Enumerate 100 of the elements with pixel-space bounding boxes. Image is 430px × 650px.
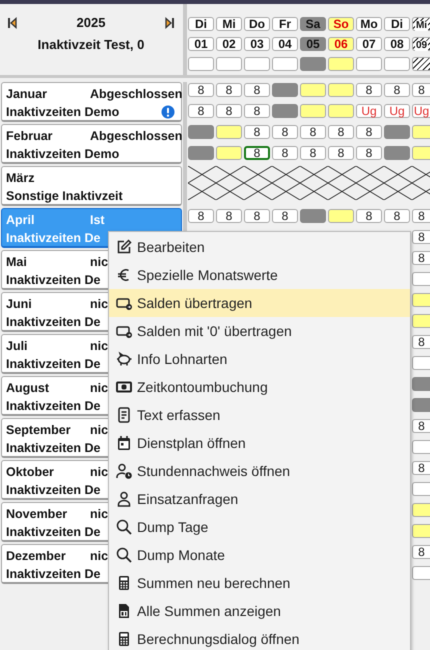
weekend-cell[interactable] (328, 104, 354, 118)
hours-cell[interactable]: 8 (244, 146, 270, 160)
hours-cell[interactable]: 8 (328, 146, 354, 160)
weekend-cell[interactable] (216, 125, 242, 139)
menu-item[interactable]: Alle Summen anzeigen (109, 597, 410, 625)
day-cell[interactable] (412, 356, 430, 370)
hours-cell[interactable]: 8 (188, 209, 214, 223)
weekend-cell[interactable] (272, 104, 298, 118)
hours-cell[interactable]: 8 (188, 104, 214, 118)
hours-cell[interactable]: 8 (412, 419, 430, 433)
hours-cell[interactable]: 8 (356, 83, 382, 97)
hours-cell[interactable]: 8 (412, 461, 430, 475)
date-cell: 04 (272, 37, 298, 51)
hours-cell[interactable]: 8 (356, 209, 382, 223)
skip-back-icon[interactable] (7, 16, 17, 28)
hours-cell[interactable]: 8 (384, 83, 410, 97)
weekend-cell[interactable] (188, 125, 214, 139)
hours-cell[interactable]: 8 (188, 83, 214, 97)
day-marker-cell (272, 57, 298, 71)
calculator-icon (116, 575, 132, 591)
hours-cell[interactable]: 8 (412, 83, 430, 97)
weekend-cell[interactable] (412, 503, 430, 517)
hours-cell[interactable]: 8 (412, 251, 430, 265)
month-card[interactable]: Februar Abgeschlossen Inaktivzeiten Demo (1, 124, 182, 164)
search-icon (116, 547, 132, 563)
group-name: Inaktivzeiten Demo (6, 146, 120, 160)
hours-cell[interactable]: 8 (328, 125, 354, 139)
weekend-cell[interactable] (300, 83, 326, 97)
weekend-cell[interactable] (412, 146, 430, 160)
hours-cell[interactable]: 8 (384, 209, 410, 223)
weekend-cell[interactable] (412, 377, 430, 391)
hours-cell[interactable]: 8 (272, 146, 298, 160)
weekend-cell[interactable] (216, 146, 242, 160)
hours-cell[interactable]: 8 (412, 230, 430, 244)
month-name: November (6, 506, 68, 520)
skip-forward-icon[interactable] (164, 16, 175, 28)
month-card[interactable]: März Sonstige Inaktivzeit (1, 166, 182, 206)
weekend-cell[interactable] (300, 209, 326, 223)
weekend-cell[interactable] (384, 146, 410, 160)
hours-cell[interactable]: 8 (244, 83, 270, 97)
day-cell[interactable] (412, 566, 430, 580)
hours-cell[interactable]: 8 (300, 125, 326, 139)
hours-cell[interactable]: 8 (412, 209, 430, 223)
day-cell[interactable] (412, 272, 430, 286)
month-name: Dezember (6, 548, 67, 562)
group-name: Inaktivzeiten De (6, 356, 100, 370)
weekend-cell[interactable] (272, 83, 298, 97)
hours-cell[interactable]: 8 (216, 209, 242, 223)
absence-cell[interactable]: Ug (356, 104, 382, 118)
person-clock-icon (116, 463, 132, 479)
hours-cell[interactable]: 8 (356, 125, 382, 139)
weekend-cell[interactable] (412, 398, 430, 412)
group-name: Inaktivzeiten De (6, 440, 100, 454)
month-status: nic (90, 506, 108, 520)
absence-cell[interactable]: Ug (384, 104, 410, 118)
day-marker-cell (244, 57, 270, 71)
hours-cell[interactable]: 8 (244, 125, 270, 139)
month-status: nic (90, 380, 108, 394)
hours-cell[interactable]: 8 (272, 125, 298, 139)
hours-cell[interactable]: 8 (244, 209, 270, 223)
day-marker-cell (188, 57, 214, 71)
hours-cell[interactable]: 8 (412, 335, 430, 349)
month-status: nic (90, 548, 108, 562)
weekend-cell[interactable] (328, 83, 354, 97)
person-icon (116, 491, 132, 507)
weekend-cell[interactable] (384, 125, 410, 139)
weekend-cell[interactable] (300, 104, 326, 118)
day-cell[interactable] (412, 482, 430, 496)
weekday-cell: Di (384, 17, 410, 31)
day-marker-cell (300, 57, 326, 71)
weekend-cell[interactable] (412, 524, 430, 538)
absence-cell[interactable]: Ug (412, 104, 430, 118)
day-marker-cell (412, 57, 430, 71)
weekday-cell: Mo (356, 17, 382, 31)
group-name: Inaktivzeiten De (6, 398, 100, 412)
day-marker-cell (384, 57, 410, 71)
group-name: Inaktivzeiten De (6, 566, 100, 580)
weekend-cell[interactable] (328, 209, 354, 223)
month-status: Abgeschlossen (90, 128, 182, 142)
date-cell: 05 (300, 37, 326, 51)
month-card[interactable]: Januar Abgeschlossen Inaktivzeiten Demo (1, 82, 182, 122)
month-name: Oktober (6, 464, 55, 478)
hours-cell[interactable]: 8 (244, 104, 270, 118)
weekend-cell[interactable] (412, 314, 430, 328)
hours-cell[interactable]: 8 (216, 83, 242, 97)
hours-cell[interactable]: 8 (412, 545, 430, 559)
hours-cell[interactable]: 8 (356, 146, 382, 160)
date-cell: 08 (384, 37, 410, 51)
month-name: Mai (6, 254, 28, 268)
menu-item[interactable]: Berechnungsdialog öffnen (109, 625, 410, 650)
hours-cell[interactable]: 8 (272, 209, 298, 223)
group-name: Inaktivzeiten De (6, 314, 100, 328)
date-cell: 01 (188, 37, 214, 51)
weekend-cell[interactable] (412, 293, 430, 307)
day-cell[interactable] (412, 440, 430, 454)
menu-item[interactable]: Salden übertragen (109, 289, 410, 317)
weekend-cell[interactable] (412, 125, 430, 139)
hours-cell[interactable]: 8 (216, 104, 242, 118)
weekend-cell[interactable] (188, 146, 214, 160)
hours-cell[interactable]: 8 (300, 146, 326, 160)
